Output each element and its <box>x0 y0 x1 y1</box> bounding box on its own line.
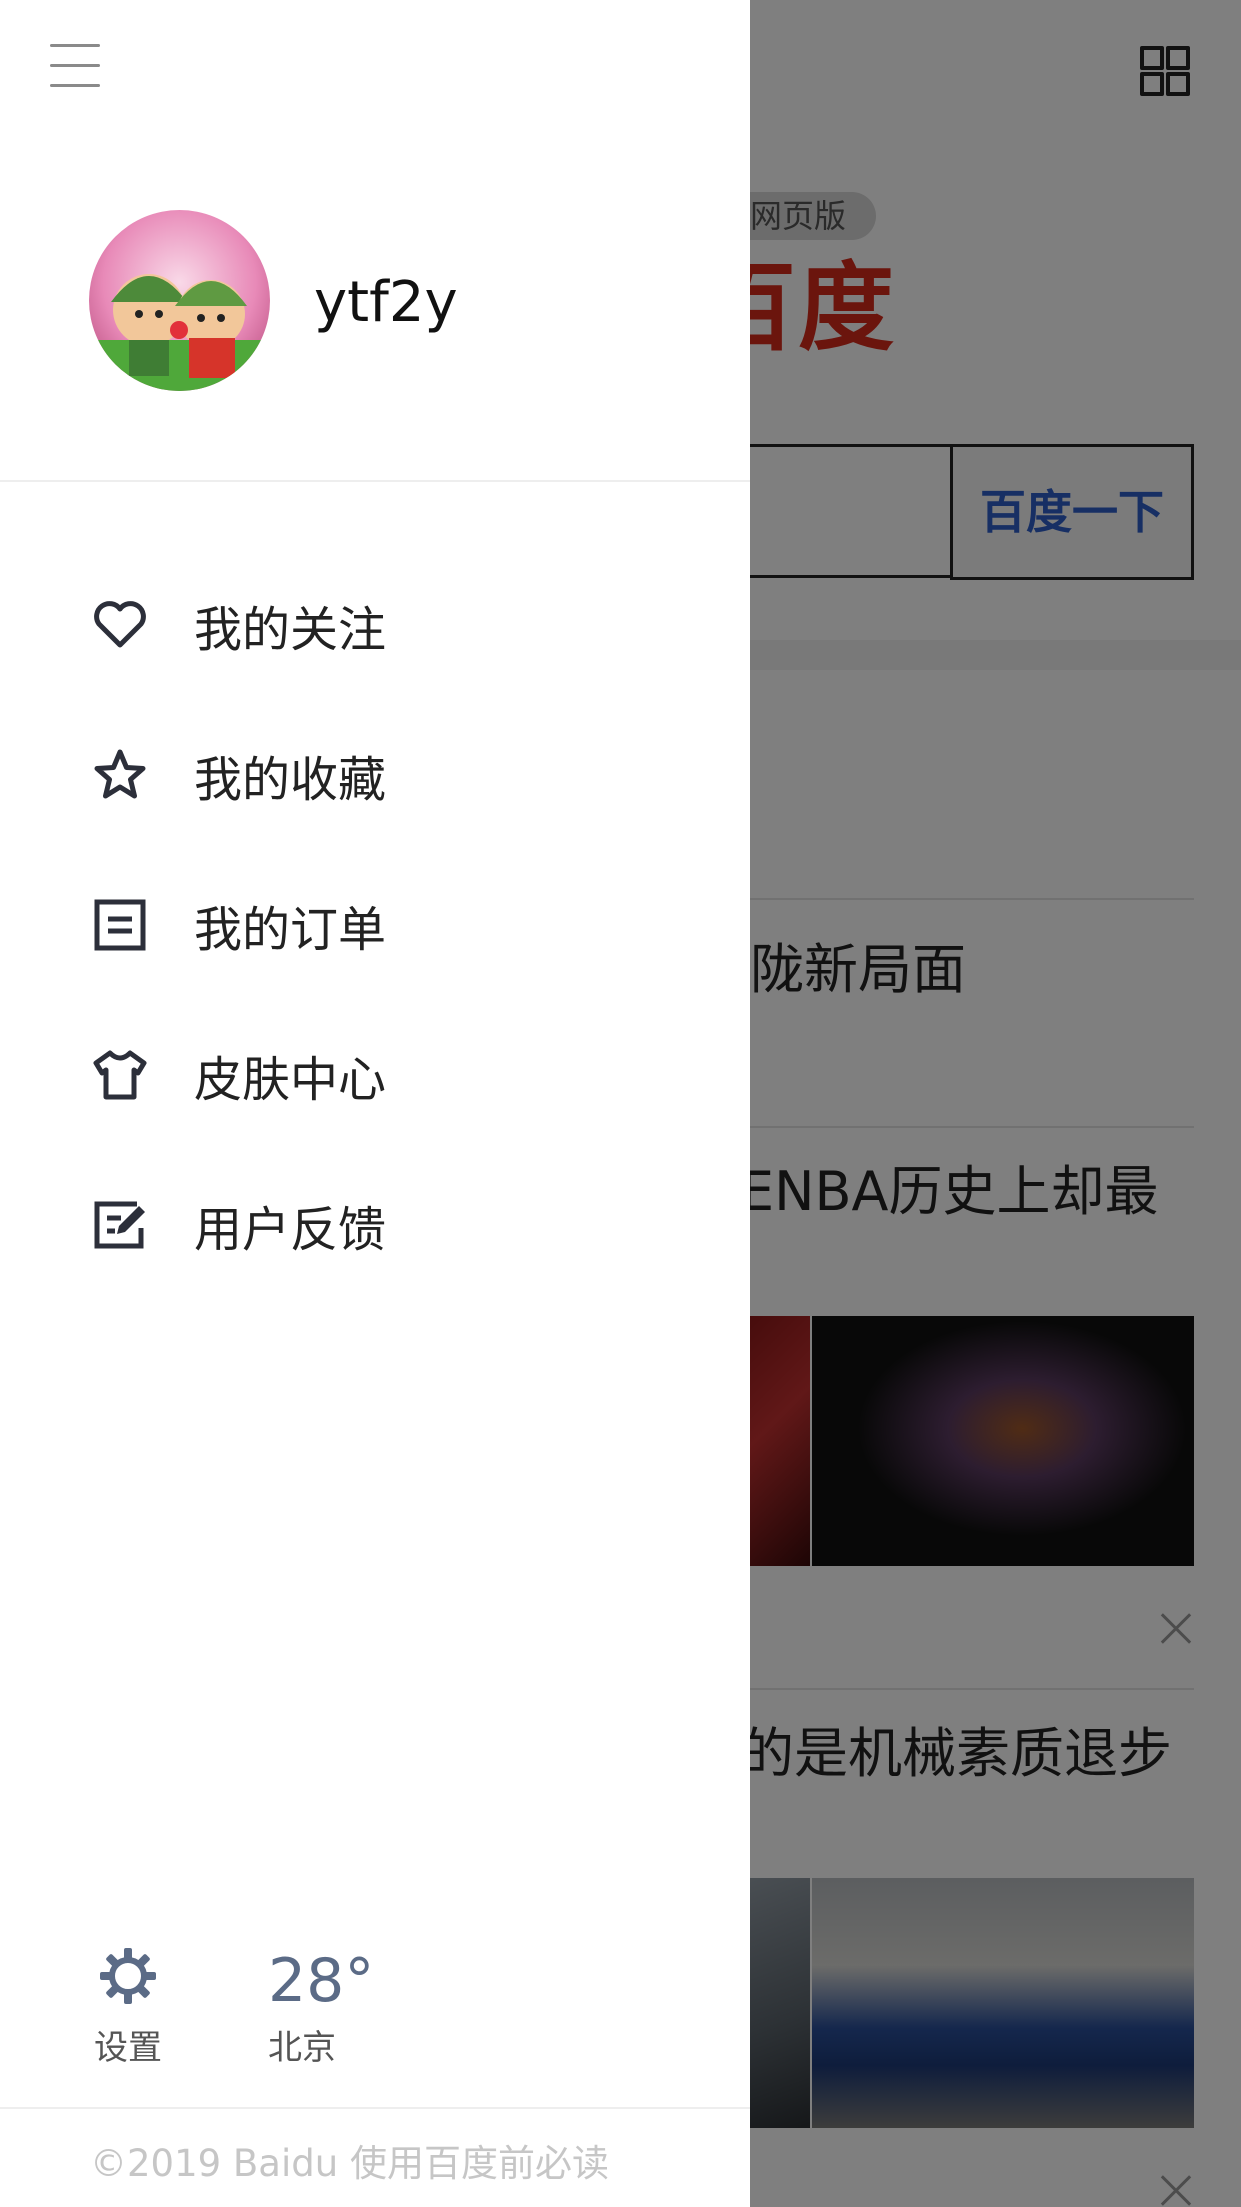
settings-label: 设置 <box>94 2028 162 2068</box>
menu-icon[interactable] <box>50 42 102 90</box>
menu-item-label: 我的订单 <box>194 902 387 958</box>
copyright-link[interactable]: ©2019 Baidu 使用百度前必读 <box>90 2133 609 2187</box>
menu-item-label: 我的收藏 <box>194 752 387 808</box>
side-drawer: ytf2y 我的关注 我的收藏 我的订单 皮肤中心 用户反馈 设置 28° 北京… <box>0 0 750 2207</box>
star-icon <box>90 745 150 805</box>
username[interactable]: ytf2y <box>314 268 458 338</box>
menu-item-favorites[interactable]: 我的收藏 <box>90 730 690 820</box>
heart-icon <box>90 595 150 655</box>
order-icon <box>90 895 150 955</box>
menu-item-skins[interactable]: 皮肤中心 <box>90 1030 690 1120</box>
menu-item-label: 皮肤中心 <box>194 1052 387 1108</box>
menu-item-follow[interactable]: 我的关注 <box>90 580 690 670</box>
menu-item-feedback[interactable]: 用户反馈 <box>90 1180 690 1270</box>
divider <box>0 2107 750 2109</box>
city-name: 北京 <box>268 2028 336 2068</box>
menu-item-label: 用户反馈 <box>194 1202 387 1258</box>
menu-item-label: 我的关注 <box>194 602 387 658</box>
tshirt-icon <box>90 1045 150 1105</box>
menu-item-orders[interactable]: 我的订单 <box>90 880 690 970</box>
divider <box>0 480 750 482</box>
feedback-icon <box>90 1195 150 1255</box>
avatar[interactable] <box>89 210 270 391</box>
temperature: 28° <box>268 1946 375 2016</box>
weather-widget[interactable]: 28° 北京 <box>268 1946 374 2069</box>
gear-icon <box>100 1948 156 2004</box>
settings-button[interactable]: 设置 <box>88 1946 168 2069</box>
